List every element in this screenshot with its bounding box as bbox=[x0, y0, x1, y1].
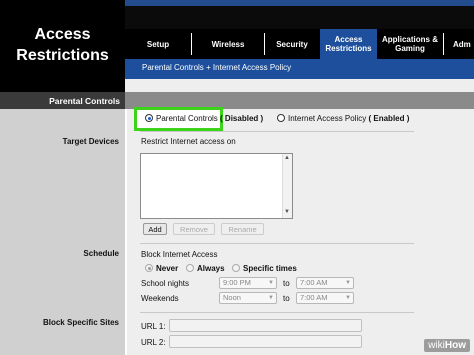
tab-wireless-label: Wireless bbox=[211, 39, 245, 49]
tab-apps-label-line1: Applications & bbox=[381, 35, 438, 44]
always-radio[interactable] bbox=[186, 264, 194, 272]
url1-input[interactable] bbox=[169, 319, 362, 332]
rename-button[interactable]: Rename bbox=[221, 223, 264, 235]
watermark-how: How bbox=[444, 340, 466, 351]
weekends-end-select[interactable]: 7:00 AM ▼ bbox=[296, 292, 354, 304]
scroll-up-icon[interactable]: ▲ bbox=[284, 155, 290, 161]
wikihow-watermark: wikiHow bbox=[424, 339, 470, 352]
weekends-end-value: 7:00 AM bbox=[300, 293, 328, 302]
to-label: to bbox=[283, 294, 290, 303]
divider-line bbox=[140, 131, 414, 132]
specific-times-radio[interactable] bbox=[232, 264, 240, 272]
tab-admin-label: Adm bbox=[453, 39, 471, 49]
divider-line bbox=[140, 312, 414, 313]
internet-access-policy-option[interactable]: Internet Access Policy ( Enabled ) bbox=[288, 114, 409, 123]
to-label: to bbox=[283, 279, 290, 288]
target-devices-label: Target Devices bbox=[62, 137, 119, 146]
chevron-down-icon: ▼ bbox=[268, 280, 274, 286]
tab-security-label: Security bbox=[276, 39, 308, 49]
school-nights-start-value: 9:00 PM bbox=[223, 278, 251, 287]
divider-line bbox=[140, 243, 414, 244]
internet-access-policy-label: Internet Access Policy bbox=[288, 114, 367, 123]
never-label: Never bbox=[156, 264, 179, 273]
chevron-down-icon: ▼ bbox=[268, 295, 274, 301]
tab-access-restrictions[interactable]: Access Restrictions bbox=[320, 29, 377, 59]
page-title-line2: Restrictions bbox=[16, 47, 109, 64]
header-band bbox=[125, 6, 474, 29]
specific-times-label: Specific times bbox=[243, 264, 297, 273]
parental-controls-radio[interactable] bbox=[145, 114, 153, 122]
weekends-label: Weekends bbox=[141, 294, 179, 303]
tab-access-label-line1: Access bbox=[334, 35, 363, 44]
parental-controls-label: Parental Controls bbox=[156, 114, 218, 123]
school-nights-end-value: 7:00 AM bbox=[300, 278, 328, 287]
scroll-down-icon[interactable]: ▼ bbox=[284, 209, 290, 215]
chevron-down-icon: ▼ bbox=[345, 280, 351, 286]
tab-separator bbox=[443, 33, 444, 55]
tab-setup[interactable]: Setup bbox=[125, 29, 191, 59]
tab-administration[interactable]: Adm bbox=[445, 29, 474, 59]
never-radio[interactable] bbox=[145, 264, 153, 272]
tab-security[interactable]: Security bbox=[265, 29, 319, 59]
block-internet-label: Block Internet Access bbox=[141, 250, 218, 259]
always-label: Always bbox=[197, 264, 225, 273]
url1-label: URL 1: bbox=[141, 322, 166, 331]
page-title-line1: Access bbox=[34, 26, 91, 43]
url2-input[interactable] bbox=[169, 335, 362, 348]
tab-access-label-line2: Restrictions bbox=[325, 44, 372, 53]
restrict-access-label: Restrict Internet access on bbox=[141, 137, 236, 146]
remove-button[interactable]: Remove bbox=[173, 223, 215, 235]
add-button[interactable]: Add bbox=[143, 223, 167, 235]
block-sites-label: Block Specific Sites bbox=[42, 318, 119, 327]
parental-controls-option[interactable]: Parental Controls ( Disabled ) bbox=[156, 114, 263, 123]
chevron-down-icon: ▼ bbox=[345, 295, 351, 301]
tab-wireless[interactable]: Wireless bbox=[192, 29, 264, 59]
parental-controls-status: ( Disabled ) bbox=[220, 114, 264, 123]
page-title: Access Restrictions bbox=[0, 24, 125, 66]
watermark-wiki: wiki bbox=[428, 340, 445, 351]
sidebar bbox=[0, 92, 125, 355]
weekends-start-select[interactable]: Noon ▼ bbox=[219, 292, 277, 304]
school-nights-start-select[interactable]: 9:00 PM ▼ bbox=[219, 277, 277, 289]
schedule-label: Schedule bbox=[83, 249, 119, 258]
device-list[interactable] bbox=[140, 153, 293, 219]
tab-apps-label-line2: Gaming bbox=[395, 44, 425, 53]
internet-access-policy-status: ( Enabled ) bbox=[368, 114, 410, 123]
internet-access-policy-radio[interactable] bbox=[277, 114, 285, 122]
url2-label: URL 2: bbox=[141, 338, 166, 347]
header-spacer bbox=[125, 79, 474, 92]
tab-applications-gaming[interactable]: Applications & Gaming bbox=[378, 29, 442, 59]
school-nights-label: School nights bbox=[141, 279, 190, 288]
section-title: Parental Controls bbox=[49, 96, 120, 106]
weekends-start-value: Noon bbox=[223, 293, 241, 302]
school-nights-end-select[interactable]: 7:00 AM ▼ bbox=[296, 277, 354, 289]
main-tab-bar: Setup Wireless Security Access Restricti… bbox=[125, 29, 474, 59]
tab-setup-label: Setup bbox=[146, 39, 170, 49]
subnav-links[interactable]: Parental Controls + Internet Access Poli… bbox=[142, 63, 291, 72]
